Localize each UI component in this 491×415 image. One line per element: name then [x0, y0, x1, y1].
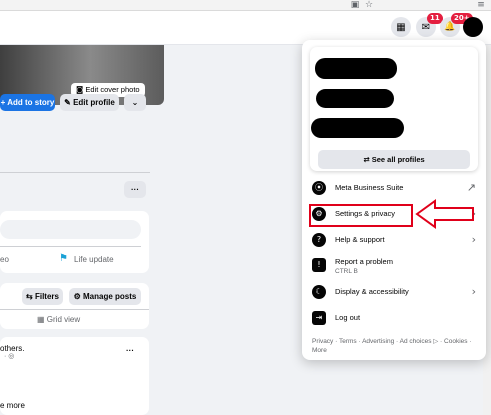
profile-more-button[interactable]: ··· — [124, 181, 146, 198]
see-more-link[interactable]: e more — [0, 401, 25, 410]
life-update-button[interactable]: ⚑ Life update — [59, 251, 129, 267]
moon-icon: ☾ — [312, 285, 326, 299]
external-link-icon: ↗ — [466, 181, 476, 194]
menu-item-label: Help & support — [335, 235, 385, 244]
menu-item-help-support[interactable]: ? Help & support › — [310, 228, 478, 254]
menu-item-label: Report a problem — [335, 257, 393, 266]
camera-icon: ◙ — [76, 85, 84, 94]
life-update-label: Life update — [74, 255, 114, 264]
notifications-button[interactable]: 🔔 20+ — [440, 13, 473, 37]
keyboard-shortcut-label: CTRL B — [335, 268, 358, 275]
expand-profile-options-button[interactable]: ⌄ — [124, 94, 146, 111]
post-timestamp: · ◎ — [4, 353, 15, 360]
posts-divider — [0, 309, 149, 310]
manage-posts-button[interactable]: ⚙ Manage posts — [69, 288, 141, 305]
whats-on-your-mind-input[interactable] — [0, 220, 141, 239]
menu-item-label: Display & accessibility — [335, 287, 409, 296]
messenger-button[interactable]: ✉ 11 — [416, 13, 443, 37]
posts-header-card: ⇆ Filters ⚙ Manage posts ▦ Grid view — [0, 283, 149, 329]
chevron-right-icon: › — [471, 285, 476, 298]
edit-cover-photo-label: Edit cover photo — [85, 85, 140, 94]
help-icon: ? — [312, 233, 326, 247]
add-to-story-button[interactable]: + Add to story — [0, 94, 55, 111]
menu-icon[interactable]: ≡ — [475, 0, 487, 11]
menu-item-log-out[interactable]: ⇥ Log out — [310, 306, 478, 332]
menu-item-label: Meta Business Suite — [335, 183, 404, 192]
settings-highlight-box — [309, 204, 413, 227]
browser-toolbar: ▣ ☆ ≡ — [0, 0, 491, 11]
star-icon[interactable]: ☆ — [363, 0, 375, 11]
redacted-profile-name[interactable] — [316, 89, 394, 108]
menu-item-display-accessibility[interactable]: ☾ Display & accessibility › — [310, 280, 478, 306]
grid-view-tab[interactable]: ▦ Grid view — [37, 315, 80, 324]
post-card: others. · ◎ ··· e more — [0, 337, 149, 415]
report-icon: ! — [312, 258, 326, 272]
profile-divider — [0, 172, 150, 173]
footer-links[interactable]: Privacy · Terms · Advertising · Ad choic… — [312, 337, 480, 355]
profiles-card: ⇄ See all profiles — [310, 47, 478, 171]
redacted-profile-name[interactable] — [315, 58, 397, 79]
create-post-card: eo ⚑ Life update — [0, 211, 149, 273]
composer-divider — [0, 246, 141, 247]
live-video-label[interactable]: eo — [0, 255, 9, 264]
post-options-button[interactable]: ··· — [126, 346, 134, 355]
screenshot-icon[interactable]: ▣ — [349, 0, 361, 11]
redacted-profile-name[interactable] — [311, 118, 404, 138]
chevron-right-icon: › — [471, 233, 476, 246]
menu-item-report-problem[interactable]: ! Report a problem CTRL B — [310, 253, 478, 281]
see-all-profiles-button[interactable]: ⇄ See all profiles — [318, 150, 470, 169]
logout-icon: ⇥ — [312, 311, 326, 325]
switch-profiles-icon: ⇄ — [363, 155, 370, 164]
edit-profile-button[interactable]: ✎ Edit profile — [60, 94, 119, 111]
account-avatar-button[interactable] — [463, 17, 483, 37]
menu-grid-button[interactable]: ▦ — [391, 17, 411, 37]
filters-button[interactable]: ⇆ Filters — [22, 288, 63, 305]
flag-icon: ⚑ — [59, 253, 68, 264]
meta-business-suite-icon: ⦿ — [312, 181, 326, 195]
annotation-arrow-icon — [415, 199, 474, 229]
see-all-profiles-label: See all profiles — [371, 155, 425, 164]
grid-icon: ▦ — [396, 21, 406, 33]
menu-item-label: Log out — [335, 313, 361, 322]
